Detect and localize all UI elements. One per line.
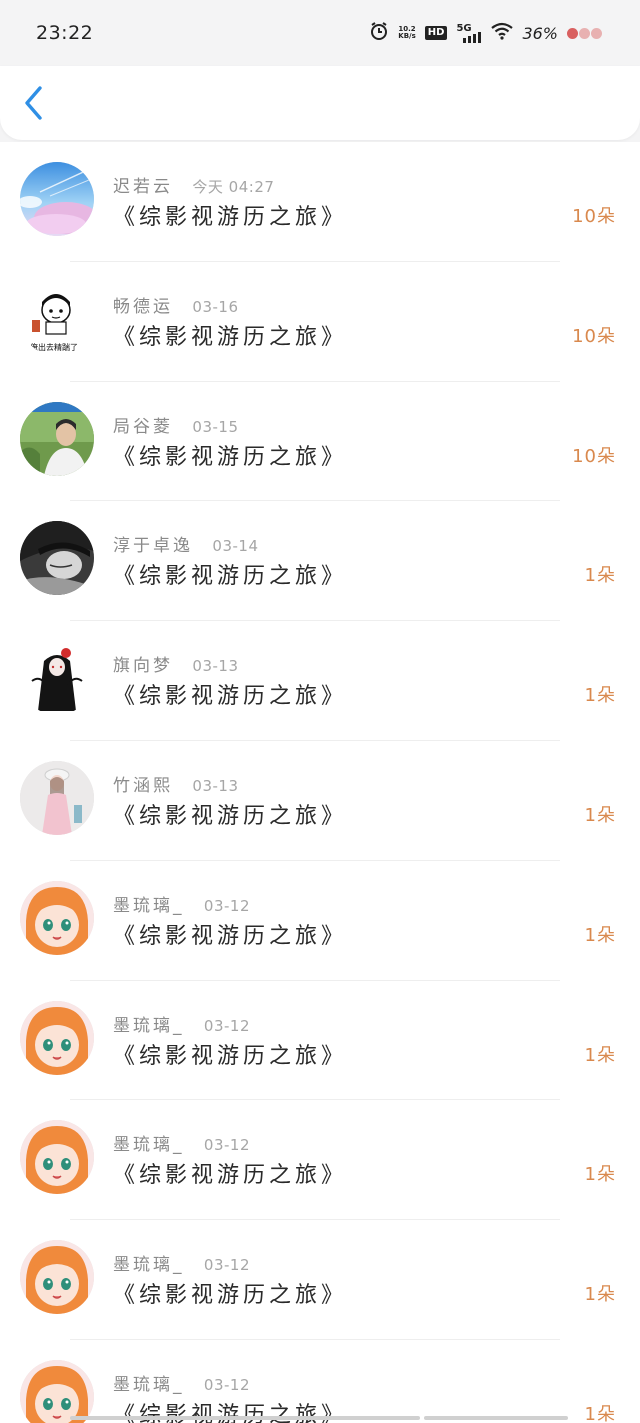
username[interactable]: 畅德运 bbox=[113, 297, 173, 317]
book-title[interactable]: 《综影视游历之旅》 bbox=[113, 439, 347, 471]
username[interactable]: 迟若云 bbox=[113, 177, 173, 197]
flower-count: 1朵 bbox=[584, 805, 616, 826]
avatar[interactable] bbox=[20, 521, 94, 596]
meta-line: 墨琉璃_ 03-12 bbox=[113, 891, 250, 916]
back-button[interactable] bbox=[18, 80, 54, 126]
net-speed: 10.2 KB/s bbox=[398, 26, 415, 40]
timestamp: 03-13 bbox=[192, 777, 239, 795]
timestamp: 03-12 bbox=[203, 896, 250, 915]
avatar[interactable] bbox=[20, 1240, 94, 1315]
list-item[interactable]: 淳于卓逸 03-14 《综影视游历之旅》 1朵 bbox=[0, 501, 640, 622]
avatar[interactable] bbox=[20, 401, 94, 476]
avatar[interactable] bbox=[20, 761, 94, 835]
status-time: 23:22 bbox=[36, 22, 94, 44]
avatar[interactable] bbox=[20, 162, 94, 236]
username[interactable]: 墨琉璃_ bbox=[113, 1375, 185, 1395]
meta-line: 墨琉璃_ 03-12 bbox=[113, 1011, 250, 1036]
signal-bars-icon bbox=[463, 32, 482, 43]
list-item[interactable]: 墨琉璃_ 03-12 《综影视游历之旅》 1朵 bbox=[0, 1340, 640, 1423]
list-item[interactable]: 俺出去精踹了 畅德运 03-16 《综影视游历之旅》 10朵 bbox=[0, 262, 640, 382]
flower-count: 10朵 bbox=[572, 206, 616, 227]
book-title[interactable]: 《综影视游历之旅》 bbox=[113, 1277, 347, 1309]
timestamp: 03-15 bbox=[192, 417, 239, 436]
flower-count: 10朵 bbox=[572, 445, 616, 467]
list-item[interactable]: 迟若云 今天 04:27 《综影视游历之旅》 10朵 bbox=[0, 142, 640, 262]
avatar-caption: 俺出去精踹了 bbox=[30, 342, 78, 352]
timestamp: 03-12 bbox=[203, 1376, 250, 1394]
book-title[interactable]: 《综影视游历之旅》 bbox=[113, 798, 347, 830]
username[interactable]: 墨琉璃_ bbox=[113, 896, 185, 916]
meta-line: 迟若云 今天 04:27 bbox=[113, 172, 274, 197]
battery-percent: 36% bbox=[522, 23, 558, 43]
home-indicator-secondary[interactable] bbox=[424, 1416, 568, 1420]
avatar[interactable] bbox=[20, 1120, 94, 1195]
alarm-clock-icon bbox=[369, 21, 389, 45]
username[interactable]: 竹涵熙 bbox=[113, 776, 173, 796]
gift-record-list: 迟若云 今天 04:27 《综影视游历之旅》 10朵 俺出去精踹了 畅德运 03… bbox=[0, 142, 640, 1423]
username[interactable]: 旗向梦 bbox=[113, 656, 173, 676]
flower-count: 1朵 bbox=[584, 1404, 616, 1423]
hd-badge: HD bbox=[424, 26, 448, 40]
list-item[interactable]: 竹涵熙 03-13 《综影视游历之旅》 1朵 bbox=[0, 741, 640, 861]
avatar[interactable] bbox=[20, 880, 94, 955]
avatar[interactable] bbox=[20, 641, 94, 716]
flower-count: 1朵 bbox=[584, 924, 616, 946]
status-icons: 10.2 KB/s HD 5G 36% bbox=[369, 21, 602, 45]
meta-line: 墨琉璃_ 03-12 bbox=[113, 1130, 250, 1155]
wifi-icon bbox=[491, 22, 514, 44]
timestamp: 03-13 bbox=[192, 657, 239, 676]
meta-line: 畅德运 03-16 bbox=[113, 292, 239, 317]
header-bar bbox=[0, 66, 640, 140]
timestamp: 03-12 bbox=[203, 1256, 250, 1275]
username[interactable]: 局谷菱 bbox=[113, 417, 173, 437]
list-item[interactable]: 局谷菱 03-15 《综影视游历之旅》 10朵 bbox=[0, 382, 640, 502]
list-item[interactable]: 旗向梦 03-13 《综影视游历之旅》 1朵 bbox=[0, 621, 640, 741]
timestamp: 03-16 bbox=[192, 297, 239, 316]
avatar[interactable]: 俺出去精踹了 bbox=[20, 281, 94, 356]
book-title[interactable]: 《综影视游历之旅》 bbox=[113, 1038, 347, 1070]
timestamp: 03-12 bbox=[203, 1136, 250, 1155]
username[interactable]: 墨琉璃_ bbox=[113, 1135, 185, 1155]
book-title[interactable]: 《综影视游历之旅》 bbox=[113, 319, 347, 351]
list-item[interactable]: 墨琉璃_ 03-12 《综影视游历之旅》 1朵 bbox=[0, 861, 640, 981]
timestamp: 今天 04:27 bbox=[192, 178, 275, 196]
list-item[interactable]: 墨琉璃_ 03-12 《综影视游历之旅》 1朵 bbox=[0, 1100, 640, 1221]
meta-line: 墨琉璃_ 03-12 bbox=[113, 1370, 250, 1395]
avatar[interactable] bbox=[20, 1000, 94, 1075]
list-item[interactable]: 墨琉璃_ 03-12 《综影视游历之旅》 1朵 bbox=[0, 981, 640, 1101]
book-title[interactable]: 《综影视游历之旅》 bbox=[113, 1157, 347, 1189]
username[interactable]: 墨琉璃_ bbox=[113, 1255, 185, 1275]
chevron-left-icon bbox=[25, 86, 42, 120]
flower-count: 10朵 bbox=[572, 325, 616, 347]
battery-icon bbox=[567, 27, 602, 39]
signal-indicator: 5G bbox=[456, 23, 482, 43]
list-item[interactable]: 墨琉璃_ 03-12 《综影视游历之旅》 1朵 bbox=[0, 1220, 640, 1340]
timestamp: 03-12 bbox=[203, 1016, 250, 1035]
meta-line: 旗向梦 03-13 bbox=[113, 651, 239, 676]
flower-count: 1朵 bbox=[584, 565, 616, 587]
username[interactable]: 墨琉璃_ bbox=[113, 1016, 185, 1036]
meta-line: 竹涵熙 03-13 bbox=[113, 771, 239, 796]
flower-count: 1朵 bbox=[584, 1164, 616, 1186]
flower-count: 1朵 bbox=[584, 1284, 616, 1306]
book-title[interactable]: 《综影视游历之旅》 bbox=[113, 558, 347, 590]
avatar[interactable] bbox=[20, 1360, 94, 1423]
home-indicator[interactable] bbox=[70, 1416, 420, 1420]
net-speed-unit: KB/s bbox=[398, 32, 416, 40]
status-bar: 23:22 10.2 KB/s HD 5G 36% bbox=[0, 0, 640, 66]
meta-line: 墨琉璃_ 03-12 bbox=[113, 1250, 250, 1275]
flower-count: 1朵 bbox=[584, 685, 616, 707]
book-title[interactable]: 《综影视游历之旅》 bbox=[113, 199, 347, 231]
username[interactable]: 淳于卓逸 bbox=[113, 536, 193, 556]
meta-line: 淳于卓逸 03-14 bbox=[113, 531, 259, 556]
book-title[interactable]: 《综影视游历之旅》 bbox=[113, 918, 347, 950]
book-title[interactable]: 《综影视游历之旅》 bbox=[113, 678, 347, 710]
flower-count: 1朵 bbox=[584, 1044, 616, 1066]
timestamp: 03-14 bbox=[212, 537, 259, 556]
meta-line: 局谷菱 03-15 bbox=[113, 412, 239, 437]
